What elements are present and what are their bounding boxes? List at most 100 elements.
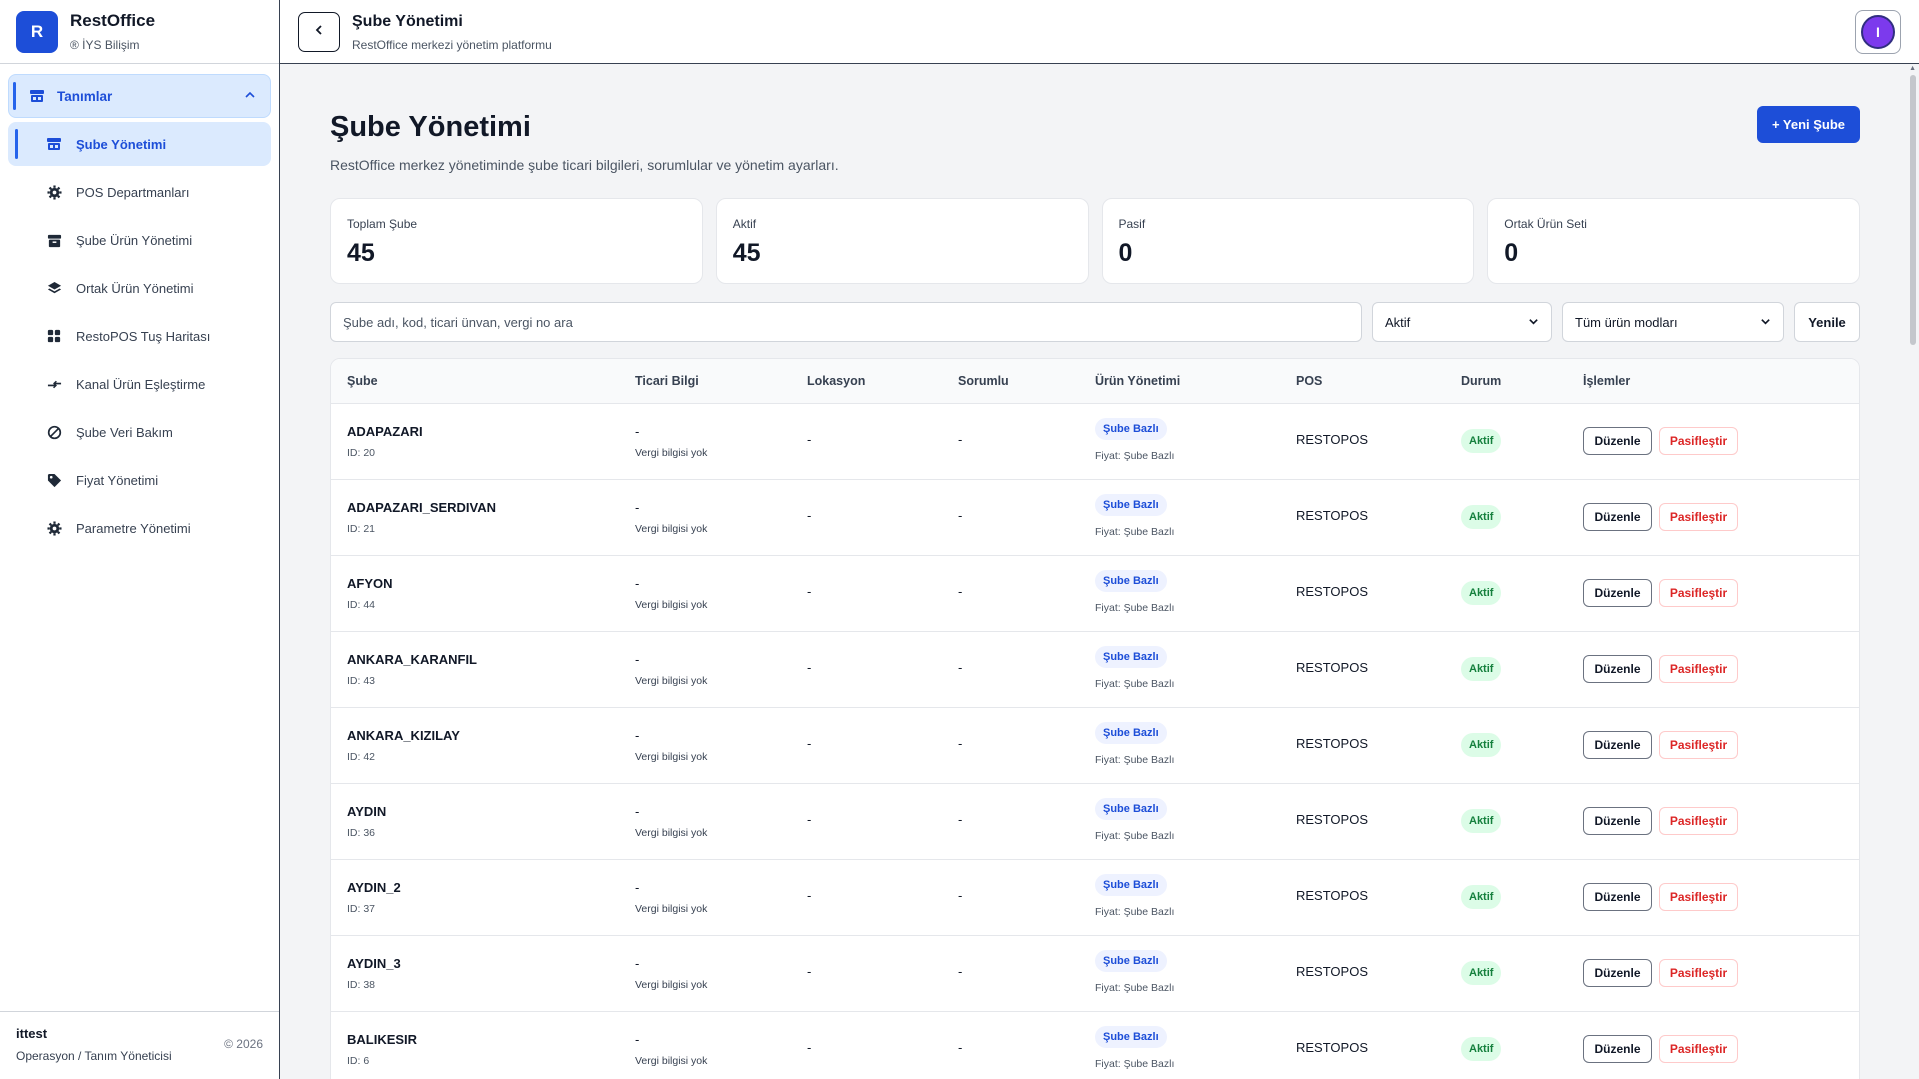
table-header: Şube Ticari Bilgi Lokasyon Sorumlu Ürün … (331, 359, 1859, 404)
branch-id: ID: 44 (347, 599, 376, 611)
branch-table: Şube Ticari Bilgi Lokasyon Sorumlu Ürün … (330, 358, 1860, 1079)
back-button[interactable] (298, 12, 340, 52)
edit-button[interactable]: Düzenle (1583, 807, 1652, 835)
brand-logo[interactable]: R (16, 10, 58, 53)
sidebar: R RestOffice ® İYS Bilişim Tanımlar Şube… (0, 0, 280, 1079)
trade-info: - (635, 576, 640, 591)
edit-button[interactable]: Düzenle (1583, 959, 1652, 987)
sidebar-item-sube-veri-bakim[interactable]: Şube Veri Bakım (8, 410, 271, 454)
responsible: - (958, 584, 963, 599)
stat-label: Toplam Şube (347, 217, 418, 231)
branch-name: AYDIN_2 (347, 880, 401, 895)
deactivate-button[interactable]: Pasifleştir (1659, 731, 1738, 759)
sidebar-item-sube-urun-yonetimi[interactable]: Şube Ürün Yönetimi (8, 218, 271, 262)
sidebar-item-fiyat-yonetimi[interactable]: Fiyat Yönetimi (8, 458, 271, 502)
edit-button[interactable]: Düzenle (1583, 427, 1652, 455)
table-row: AYDIN ID: 36 - Vergi bilgisi yok - - Şube Bazl… (331, 784, 1859, 860)
price-mode: Fiyat: Şube Bazlı (1095, 678, 1175, 690)
deactivate-button[interactable]: Pasifleştir (1659, 959, 1738, 987)
filter-bar: Aktif Tüm ürün modları Yenile (330, 302, 1860, 342)
stat-value: 0 (1504, 239, 1519, 267)
table-row: ADAPAZARI ID: 20 - Vergi bilgisi yok - - Şube … (331, 404, 1859, 480)
new-branch-button[interactable]: + Yeni Şube (1757, 106, 1860, 143)
sidebar-item-label: Fiyat Yönetimi (76, 472, 159, 488)
trade-info: - (635, 424, 640, 439)
edit-button[interactable]: Düzenle (1583, 731, 1652, 759)
deactivate-button[interactable]: Pasifleştir (1659, 807, 1738, 835)
product-mode-badge: Şube Bazlı (1095, 494, 1167, 516)
branch-name: BALIKESIR (347, 1032, 418, 1047)
branch-name: ADAPAZARI_SERDIVAN (347, 500, 497, 515)
trade-info: - (635, 956, 640, 971)
product-mode-select[interactable]: Tüm ürün modları (1562, 302, 1784, 342)
sidebar-item-pos-departmanlari[interactable]: POS Departmanları (8, 170, 271, 214)
brand: R RestOffice ® İYS Bilişim (0, 0, 279, 64)
price-mode: Fiyat: Şube Bazlı (1095, 1058, 1175, 1070)
price-mode: Fiyat: Şube Bazlı (1095, 754, 1175, 766)
edit-button[interactable]: Düzenle (1583, 655, 1652, 683)
stat-card-passive: Pasif 0 (1101, 198, 1475, 284)
scroll-up-arrow-icon[interactable]: ▲ (1909, 65, 1916, 72)
tax-info: Vergi bilgisi yok (635, 1055, 708, 1067)
branch-id: ID: 37 (347, 903, 376, 915)
deactivate-button[interactable]: Pasifleştir (1659, 503, 1738, 531)
table-body: ADAPAZARI ID: 20 - Vergi bilgisi yok - - Şube … (331, 404, 1859, 1079)
column-header-sorumlu[interactable]: Sorumlu (958, 374, 1009, 388)
deactivate-button[interactable]: Pasifleştir (1659, 427, 1738, 455)
sidebar-item-kanal-urun-eslestirme[interactable]: Kanal Ürün Eşleştirme (8, 362, 271, 406)
topbar-title: Şube Yönetimi (352, 13, 463, 30)
edit-button[interactable]: Düzenle (1583, 1035, 1652, 1063)
scrollbar-thumb[interactable] (1910, 75, 1916, 345)
tax-info: Vergi bilgisi yok (635, 599, 708, 611)
nav-group-tanimlar[interactable]: Tanımlar (8, 74, 271, 118)
location: - (807, 736, 812, 751)
branch-id: ID: 20 (347, 447, 376, 459)
search-input[interactable] (330, 302, 1362, 342)
deactivate-button[interactable]: Pasifleştir (1659, 579, 1738, 607)
status-badge: Aktif (1461, 733, 1502, 757)
responsible: - (958, 432, 963, 447)
product-mode-badge: Şube Bazlı (1095, 722, 1167, 744)
pos-type: RESTOPOS (1296, 1040, 1369, 1055)
column-header-pos[interactable]: POS (1296, 374, 1322, 388)
branch-name: ANKARA_KIZILAY (347, 728, 460, 743)
price-mode: Fiyat: Şube Bazlı (1095, 906, 1175, 918)
column-header-urun-yonetimi[interactable]: Ürün Yönetimi (1095, 374, 1180, 388)
edit-button[interactable]: Düzenle (1583, 883, 1652, 911)
sidebar-item-parametre-yonetimi[interactable]: Parametre Yönetimi (8, 506, 271, 550)
responsible: - (958, 736, 963, 751)
deactivate-button[interactable]: Pasifleştir (1659, 655, 1738, 683)
deactivate-button[interactable]: Pasifleştir (1659, 883, 1738, 911)
stat-value: 0 (1118, 239, 1133, 267)
location: - (807, 888, 812, 903)
stat-value: 45 (732, 239, 761, 267)
column-header-sube[interactable]: Şube (347, 374, 378, 388)
status-select[interactable]: Aktif (1372, 302, 1552, 342)
column-header-durum[interactable]: Durum (1461, 374, 1501, 388)
price-mode: Fiyat: Şube Bazlı (1095, 450, 1175, 462)
status-badge: Aktif (1461, 961, 1502, 985)
column-header-ticari-bilgi[interactable]: Ticari Bilgi (635, 374, 699, 388)
location: - (807, 964, 812, 979)
deactivate-button[interactable]: Pasifleştir (1659, 1035, 1738, 1063)
chevron-up-icon[interactable] (244, 88, 256, 106)
status-badge: Aktif (1461, 581, 1502, 605)
topbar: Şube Yönetimi RestOffice merkezi yönetim… (280, 0, 1919, 64)
user-menu-button[interactable]: I (1855, 10, 1901, 54)
table-row: BALIKESIR ID: 6 - Vergi bilgisi yok - - Şube B… (331, 1012, 1859, 1079)
sidebar-item-sube-yonetimi[interactable]: Şube Yönetimi (8, 122, 271, 166)
stat-value: 45 (347, 239, 375, 267)
sidebar-item-restopos-tus-haritasi[interactable]: RestoPOS Tuş Haritası (8, 314, 271, 358)
edit-button[interactable]: Düzenle (1583, 579, 1652, 607)
column-header-lokasyon[interactable]: Lokasyon (807, 374, 865, 388)
scrollbar[interactable]: ▲ (1907, 65, 1919, 1079)
edit-button[interactable]: Düzenle (1583, 503, 1652, 531)
sidebar-item-label: Ortak Ürün Yönetimi (76, 280, 194, 296)
sidebar-item-ortak-urun-yonetimi[interactable]: Ortak Ürün Yönetimi (8, 266, 271, 310)
column-header-islemler: İşlemler (1583, 374, 1631, 388)
sidebar-item-label: Şube Ürün Yönetimi (76, 232, 193, 248)
branch-name: ADAPAZARI (347, 424, 423, 439)
tax-info: Vergi bilgisi yok (635, 675, 708, 687)
store-icon (46, 136, 62, 152)
refresh-button[interactable]: Yenile (1794, 302, 1860, 342)
